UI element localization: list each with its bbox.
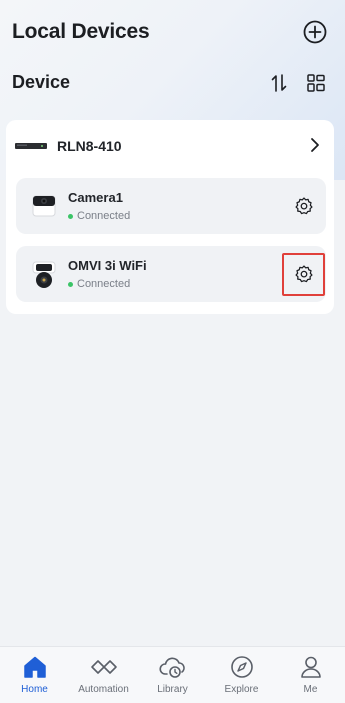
sort-icon [271,74,287,92]
tab-label: Me [303,684,318,695]
add-device-button[interactable] [302,19,328,45]
device-status: Connected [68,278,130,290]
automation-icon [90,660,117,674]
gear-icon[interactable] [294,196,314,216]
tab-library[interactable]: Library [138,647,207,703]
settings-highlight-box [282,253,325,296]
sort-button[interactable] [268,71,290,95]
nvr-row[interactable]: RLN8-410 [6,128,334,164]
device-card-camera1[interactable]: Camera1 Connected [16,178,326,234]
device-status-text: Connected [77,210,131,222]
device-status: Connected [68,210,130,222]
compass-icon [230,656,253,678]
device-status-text: Connected [77,278,131,290]
home-icon [23,656,46,678]
page-title: Local Devices [12,20,150,43]
bottom-tab-bar: Home Automation Library Explore Me [0,646,345,703]
layout-toggle-button[interactable] [305,72,327,94]
tab-label: Library [157,684,188,695]
tab-label: Home [21,684,48,695]
nvr-name: RLN8-410 [57,138,122,154]
device-name: Camera1 [68,190,123,205]
tab-automation[interactable]: Automation [69,647,138,703]
status-dot [68,213,73,219]
tab-label: Automation [78,684,129,695]
device-name: OMVI 3i WiFi [68,258,147,273]
device-card-omvi[interactable]: OMVI 3i WiFi Connected [16,246,326,302]
camera-thumbnail-icon [32,261,56,288]
camera-thumbnail-icon [32,195,56,217]
tab-me[interactable]: Me [276,647,345,703]
plus-circle-icon [303,20,327,44]
tab-home[interactable]: Home [0,647,69,703]
nvr-recorder-icon [15,143,47,149]
section-title: Device [12,72,71,92]
tab-label: Explore [224,684,259,695]
chevron-right-icon [311,138,319,152]
tab-explore[interactable]: Explore [207,647,276,703]
cloud-clock-icon [158,657,185,678]
grid-icon [307,74,325,92]
person-icon [300,656,321,678]
status-dot [68,281,73,287]
